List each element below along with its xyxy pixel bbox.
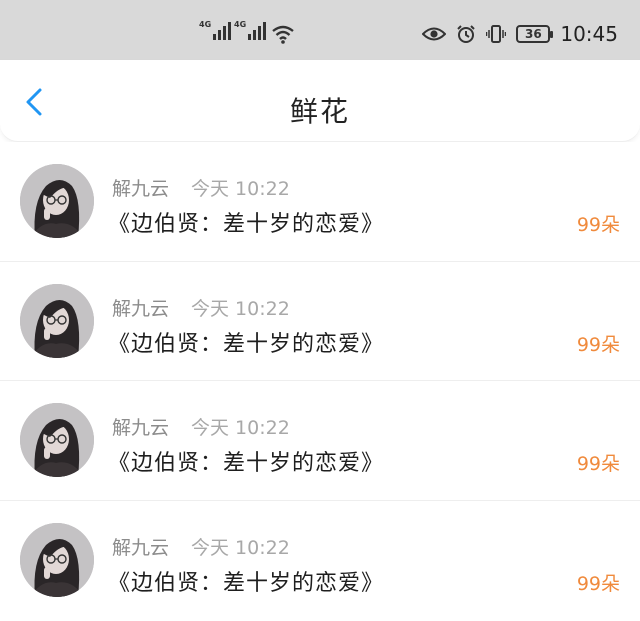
avatar[interactable] bbox=[20, 283, 94, 358]
avatar[interactable] bbox=[20, 522, 94, 597]
alarm-icon bbox=[457, 25, 476, 43]
timestamp: 今天 10:22 bbox=[191, 417, 290, 439]
timestamp: 今天 10:22 bbox=[191, 536, 290, 559]
user-name: 解九云 bbox=[112, 417, 170, 439]
avatar[interactable] bbox=[20, 164, 94, 238]
network-type-label: 4G bbox=[234, 20, 247, 29]
wifi-icon bbox=[272, 25, 294, 44]
status-right-group: 36 10:45 bbox=[422, 22, 618, 46]
user-name: 解九云 bbox=[112, 178, 170, 200]
list-item[interactable]: 解九云 今天 10:22 《边伯贤：差十岁的恋爱》 99朵 bbox=[0, 142, 640, 262]
signal-icon: 4G bbox=[234, 20, 267, 40]
flower-list: 解九云 今天 10:22 《边伯贤：差十岁的恋爱》 99朵 解九云 今天 10:… bbox=[0, 142, 640, 620]
user-name: 解九云 bbox=[112, 536, 170, 559]
book-title: 《边伯贤：差十岁的恋爱》 bbox=[108, 570, 385, 596]
avatar[interactable] bbox=[20, 403, 94, 477]
network-type-label: 4G bbox=[199, 20, 212, 29]
flower-count: 99朵 bbox=[576, 214, 620, 236]
timestamp: 今天 10:22 bbox=[191, 297, 290, 320]
user-name: 解九云 bbox=[112, 297, 170, 320]
battery-icon: 36 bbox=[516, 25, 554, 43]
timestamp: 今天 10:22 bbox=[191, 178, 290, 200]
book-title: 《边伯贤：差十岁的恋爱》 bbox=[108, 331, 385, 357]
flower-count: 99朵 bbox=[576, 333, 620, 356]
signal-icon: 4G bbox=[199, 20, 232, 40]
list-item[interactable]: 解九云 今天 10:22 《边伯贤：差十岁的恋爱》 99朵 bbox=[0, 381, 640, 501]
flower-count: 99朵 bbox=[576, 453, 620, 475]
list-item[interactable]: 解九云 今天 10:22 《边伯贤：差十岁的恋爱》 99朵 bbox=[0, 261, 640, 381]
book-title: 《边伯贤：差十岁的恋爱》 bbox=[108, 451, 385, 476]
page-title: 鲜花 bbox=[289, 95, 350, 128]
vibrate-icon bbox=[486, 25, 507, 43]
status-bar: 4G 4G 36 10:45 bbox=[0, 0, 640, 60]
flower-count: 99朵 bbox=[576, 572, 620, 595]
clock-time: 10:45 bbox=[560, 22, 618, 46]
list-item[interactable]: 解九云 今天 10:22 《边伯贤：差十岁的恋爱》 99朵 bbox=[0, 500, 640, 620]
book-title: 《边伯贤：差十岁的恋爱》 bbox=[108, 212, 385, 237]
nav-bar: 鲜花 bbox=[0, 60, 640, 142]
eye-icon bbox=[422, 27, 447, 41]
